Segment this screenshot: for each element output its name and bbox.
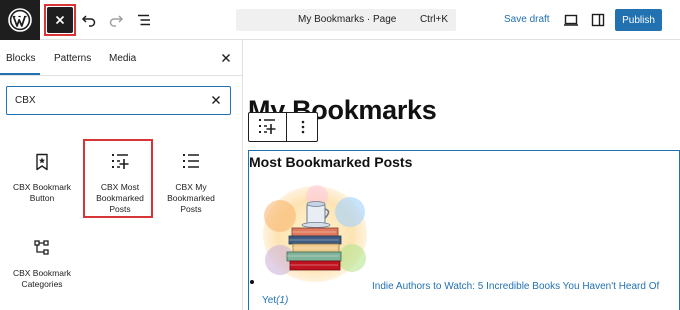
- hierarchy-icon: [32, 238, 52, 258]
- block-cbx-bookmark-categories[interactable]: CBX Bookmark Categories: [8, 228, 76, 304]
- block-label: CBX Bookmark Button: [12, 182, 72, 203]
- preview-button[interactable]: [560, 9, 582, 31]
- block-label: CBX My Bookmarked Posts: [167, 182, 215, 214]
- block-options-button[interactable]: [291, 117, 315, 137]
- toolbar-divider: [286, 113, 287, 141]
- post-thumbnail[interactable]: [262, 182, 368, 286]
- tab-media[interactable]: Media: [109, 53, 136, 64]
- highlight-frame: [44, 4, 76, 36]
- bookmark-count: (1): [276, 295, 289, 306]
- close-icon: [212, 96, 220, 104]
- document-overview-button[interactable]: [133, 9, 155, 31]
- undo-button[interactable]: [78, 9, 100, 31]
- close-icon: [222, 54, 230, 62]
- most-bookmarked-posts-block[interactable]: Most Bookmarked Posts Indie Authors to W…: [248, 150, 680, 310]
- post-title-continued: Yet: [262, 295, 277, 306]
- sidebar-icon: [591, 13, 605, 27]
- block-type-button[interactable]: [255, 117, 279, 137]
- desktop-icon: [564, 14, 578, 26]
- list-bullets-icon: [181, 152, 201, 172]
- block-toolbar: [248, 112, 318, 142]
- tab-patterns[interactable]: Patterns: [54, 53, 91, 64]
- command-shortcut: Ctrl+K: [419, 14, 448, 25]
- redo-icon: [109, 15, 124, 27]
- publish-button[interactable]: Publish: [615, 9, 662, 31]
- tab-blocks[interactable]: Blocks: [6, 53, 35, 64]
- post-title-link-continued[interactable]: Yet(1): [262, 295, 288, 306]
- settings-sidebar-button[interactable]: [587, 9, 609, 31]
- document-title: My Bookmarks · Page: [298, 14, 397, 25]
- block-cbx-bookmark-button[interactable]: CBX Bookmark Button: [8, 142, 76, 218]
- undo-icon: [81, 15, 96, 27]
- document-command-bar[interactable]: My Bookmarks · Page Ctrl+K: [236, 9, 456, 31]
- block-heading: Most Bookmarked Posts: [249, 154, 413, 170]
- block-cbx-my-bookmarked-posts[interactable]: CBX My Bookmarked Posts: [157, 142, 225, 218]
- bookmark-star-icon: [32, 152, 52, 172]
- inserter-tabs: Blocks Patterns Media: [0, 40, 242, 76]
- wordpress-logo-icon[interactable]: [0, 0, 40, 40]
- highlight-frame: [83, 139, 153, 218]
- editor-header: My Bookmarks · Page Ctrl+K Save draft Pu…: [0, 0, 680, 40]
- search-value: CBX: [15, 95, 36, 106]
- editor-canvas: My Bookmarks Most Bookmarked Posts Indie…: [243, 41, 680, 310]
- list-bullet: [250, 280, 254, 284]
- save-draft-button[interactable]: Save draft: [504, 14, 550, 25]
- active-tab-indicator: [0, 73, 40, 75]
- list-view-icon: [138, 14, 150, 26]
- block-search-input[interactable]: CBX: [6, 86, 231, 115]
- block-inserter-panel: Blocks Patterns Media CBX CBX Bookmark B…: [0, 40, 243, 310]
- clear-search-button[interactable]: [210, 94, 222, 106]
- redo-button[interactable]: [105, 9, 127, 31]
- more-vertical-icon: [301, 120, 305, 134]
- post-title-link[interactable]: Indie Authors to Watch: 5 Incredible Boo…: [372, 281, 659, 292]
- close-panel-button[interactable]: [218, 50, 234, 66]
- list-add-icon: [259, 119, 276, 134]
- block-label: CBX Bookmark Categories: [12, 268, 72, 289]
